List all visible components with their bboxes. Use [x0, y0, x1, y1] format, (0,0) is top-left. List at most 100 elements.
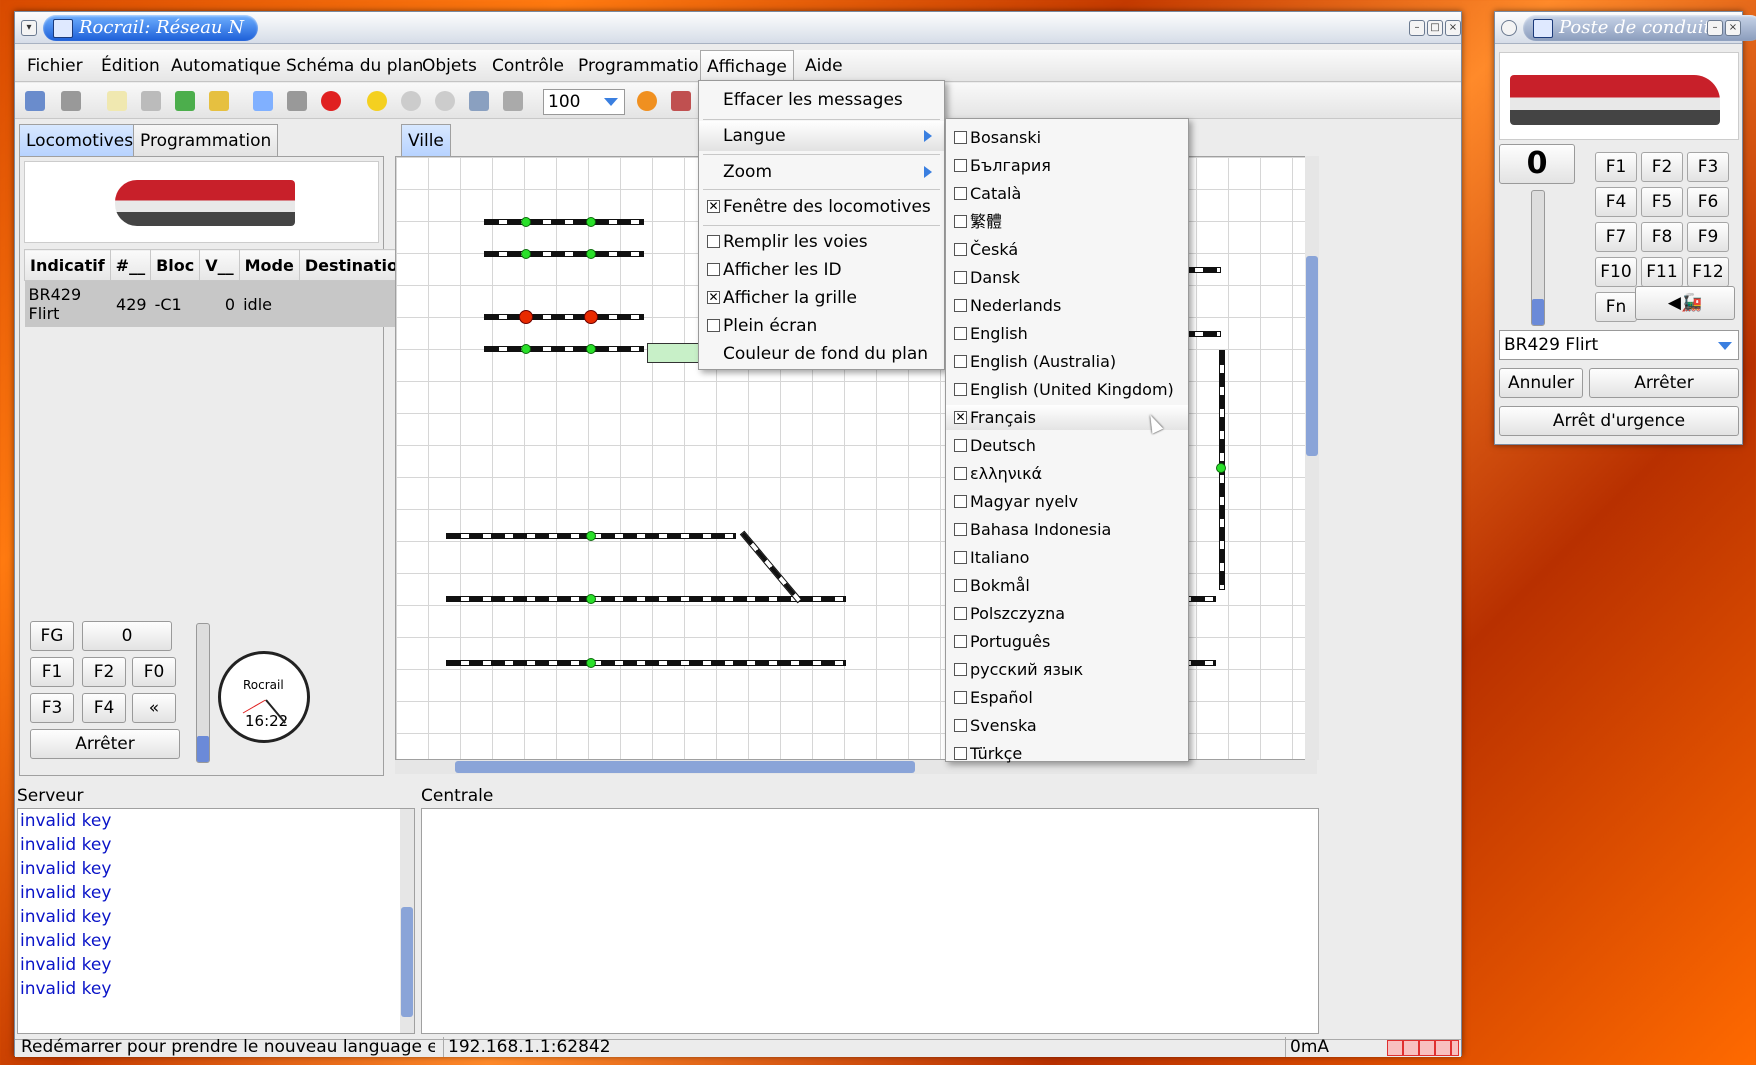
menu-automatique[interactable]: Automatique	[165, 50, 287, 82]
language-item[interactable]: Česká	[946, 237, 1188, 262]
track-1[interactable]	[484, 219, 644, 225]
checkbox[interactable]	[954, 271, 967, 284]
menu-edition[interactable]: Édition	[95, 50, 166, 82]
function-button-f11[interactable]: F11	[1641, 257, 1683, 287]
driver-stop-button[interactable]: Arrêter	[1589, 368, 1739, 398]
signal-green[interactable]	[586, 658, 596, 668]
language-item[interactable]: Bahasa Indonesia	[946, 517, 1188, 542]
checkbox[interactable]	[954, 607, 967, 620]
track-diagonal[interactable]	[739, 530, 803, 604]
save-file-icon[interactable]	[175, 91, 195, 111]
track-4[interactable]	[484, 346, 644, 352]
close-icon[interactable]: ×	[1445, 20, 1461, 36]
close-icon[interactable]: ×	[1725, 20, 1741, 36]
lightbulb-icon[interactable]	[253, 91, 273, 111]
checkbox-checked[interactable]: ✕	[707, 291, 720, 304]
checkbox[interactable]	[954, 691, 967, 704]
menu-programmation[interactable]: Programmation	[572, 50, 715, 82]
chevron-down-icon[interactable]	[1718, 342, 1732, 350]
signal-green[interactable]	[586, 594, 596, 604]
menu-item-plein-ecran[interactable]: Plein écran	[699, 312, 944, 340]
gear-orange-icon[interactable]	[637, 91, 657, 111]
checkbox[interactable]	[954, 187, 967, 200]
menu-controle[interactable]: Contrôle	[486, 50, 570, 82]
window-menu-icon[interactable]: ▾	[21, 20, 37, 36]
col-indicatif[interactable]: Indicatif	[24, 249, 111, 281]
language-item[interactable]: Português	[946, 629, 1188, 654]
language-item[interactable]: English	[946, 321, 1188, 346]
zoom-combo[interactable]: 100	[543, 89, 625, 115]
checkbox[interactable]	[954, 579, 967, 592]
stop-red-icon[interactable]	[321, 91, 341, 111]
checkbox[interactable]	[954, 635, 967, 648]
driver-titlebar[interactable]: Poste de conduite – ×	[1495, 12, 1756, 44]
language-item[interactable]: Türkçe	[946, 741, 1188, 766]
tab-locomotives[interactable]: Locomotives	[19, 124, 141, 157]
checkbox[interactable]	[954, 215, 967, 228]
shuffle-icon[interactable]	[503, 91, 523, 111]
f4-button[interactable]: F4	[82, 693, 126, 723]
checkbox-checked[interactable]: ✕	[707, 200, 720, 213]
vscroll-thumb[interactable]	[1306, 256, 1318, 456]
language-item[interactable]: Bokmål	[946, 573, 1188, 598]
signal-green[interactable]	[586, 344, 596, 354]
slider-thumb[interactable]	[1532, 299, 1544, 325]
language-item[interactable]: Dansk	[946, 265, 1188, 290]
language-item[interactable]: English (Australia)	[946, 349, 1188, 374]
menu-objets[interactable]: Objets	[416, 50, 483, 82]
signal-green[interactable]	[586, 531, 596, 541]
language-item[interactable]: Español	[946, 685, 1188, 710]
slider-thumb[interactable]	[197, 736, 209, 762]
settings-icon[interactable]	[61, 91, 81, 111]
checkbox[interactable]	[954, 159, 967, 172]
track-3[interactable]	[484, 314, 644, 320]
menu-aide[interactable]: Aide	[799, 50, 849, 82]
col-bloc[interactable]: Bloc	[150, 249, 201, 281]
function-button-f7[interactable]: F7	[1595, 222, 1637, 252]
new-file-icon[interactable]	[107, 91, 127, 111]
track-7[interactable]	[446, 660, 846, 666]
f1-button[interactable]: F1	[30, 657, 74, 687]
function-button-f5[interactable]: F5	[1641, 187, 1683, 217]
menu-fichier[interactable]: Fichier	[21, 50, 89, 82]
driver-speed-slider[interactable]	[1531, 190, 1545, 326]
tab-ville[interactable]: Ville	[401, 124, 451, 157]
language-item[interactable]: ελληνικά	[946, 461, 1188, 486]
language-item[interactable]: България	[946, 153, 1188, 178]
hscroll-thumb[interactable]	[455, 761, 915, 773]
chevron-down-icon[interactable]	[604, 98, 618, 106]
table-row[interactable]: BR429 Flirt 429 -C1 0 idle	[24, 280, 415, 327]
smiley-icon[interactable]	[367, 91, 387, 111]
checkbox[interactable]	[707, 319, 720, 332]
emergency-stop-button[interactable]: Arrêt d'urgence	[1499, 406, 1739, 436]
menu-item-fenetre-locos[interactable]: ✕ Fenêtre des locomotives	[699, 192, 944, 222]
checkbox[interactable]	[954, 495, 967, 508]
log-scroll-thumb[interactable]	[401, 907, 413, 1017]
apple-icon[interactable]	[401, 91, 421, 111]
main-titlebar[interactable]: ▾ Rocrail: Réseau N – □ ×	[15, 12, 1461, 44]
checkbox[interactable]	[954, 131, 967, 144]
throttle-slider[interactable]	[196, 623, 210, 763]
menu-item-afficher-grille[interactable]: ✕ Afficher la grille	[699, 284, 944, 312]
track-6[interactable]	[446, 596, 846, 602]
minimize-icon[interactable]: –	[1707, 20, 1723, 36]
open-file-icon[interactable]	[141, 91, 161, 111]
server-log[interactable]: invalid key invalid key invalid key inva…	[17, 808, 415, 1034]
checkbox[interactable]	[707, 263, 720, 276]
tab-programmation[interactable]: Programmation	[133, 124, 279, 157]
checkbox-checked[interactable]: ✕	[954, 411, 967, 424]
menu-item-couleur-fond[interactable]: Couleur de fond du plan	[699, 340, 944, 368]
grid-icon[interactable]	[469, 91, 489, 111]
function-button-f9[interactable]: F9	[1687, 222, 1729, 252]
language-item[interactable]: Polszczyzna	[946, 601, 1188, 626]
central-log[interactable]	[421, 808, 1319, 1034]
function-button-fn[interactable]: Fn	[1595, 292, 1637, 322]
col-address[interactable]: #__	[109, 249, 152, 281]
function-button-f6[interactable]: F6	[1687, 187, 1729, 217]
checkbox[interactable]	[954, 719, 967, 732]
col-speed[interactable]: V__	[199, 249, 240, 281]
menu-item-remplir-voies[interactable]: Remplir les voies	[699, 228, 944, 256]
fg-button[interactable]: FG	[30, 621, 74, 651]
book-icon[interactable]	[671, 91, 691, 111]
language-item[interactable]: Deutsch	[946, 433, 1188, 458]
